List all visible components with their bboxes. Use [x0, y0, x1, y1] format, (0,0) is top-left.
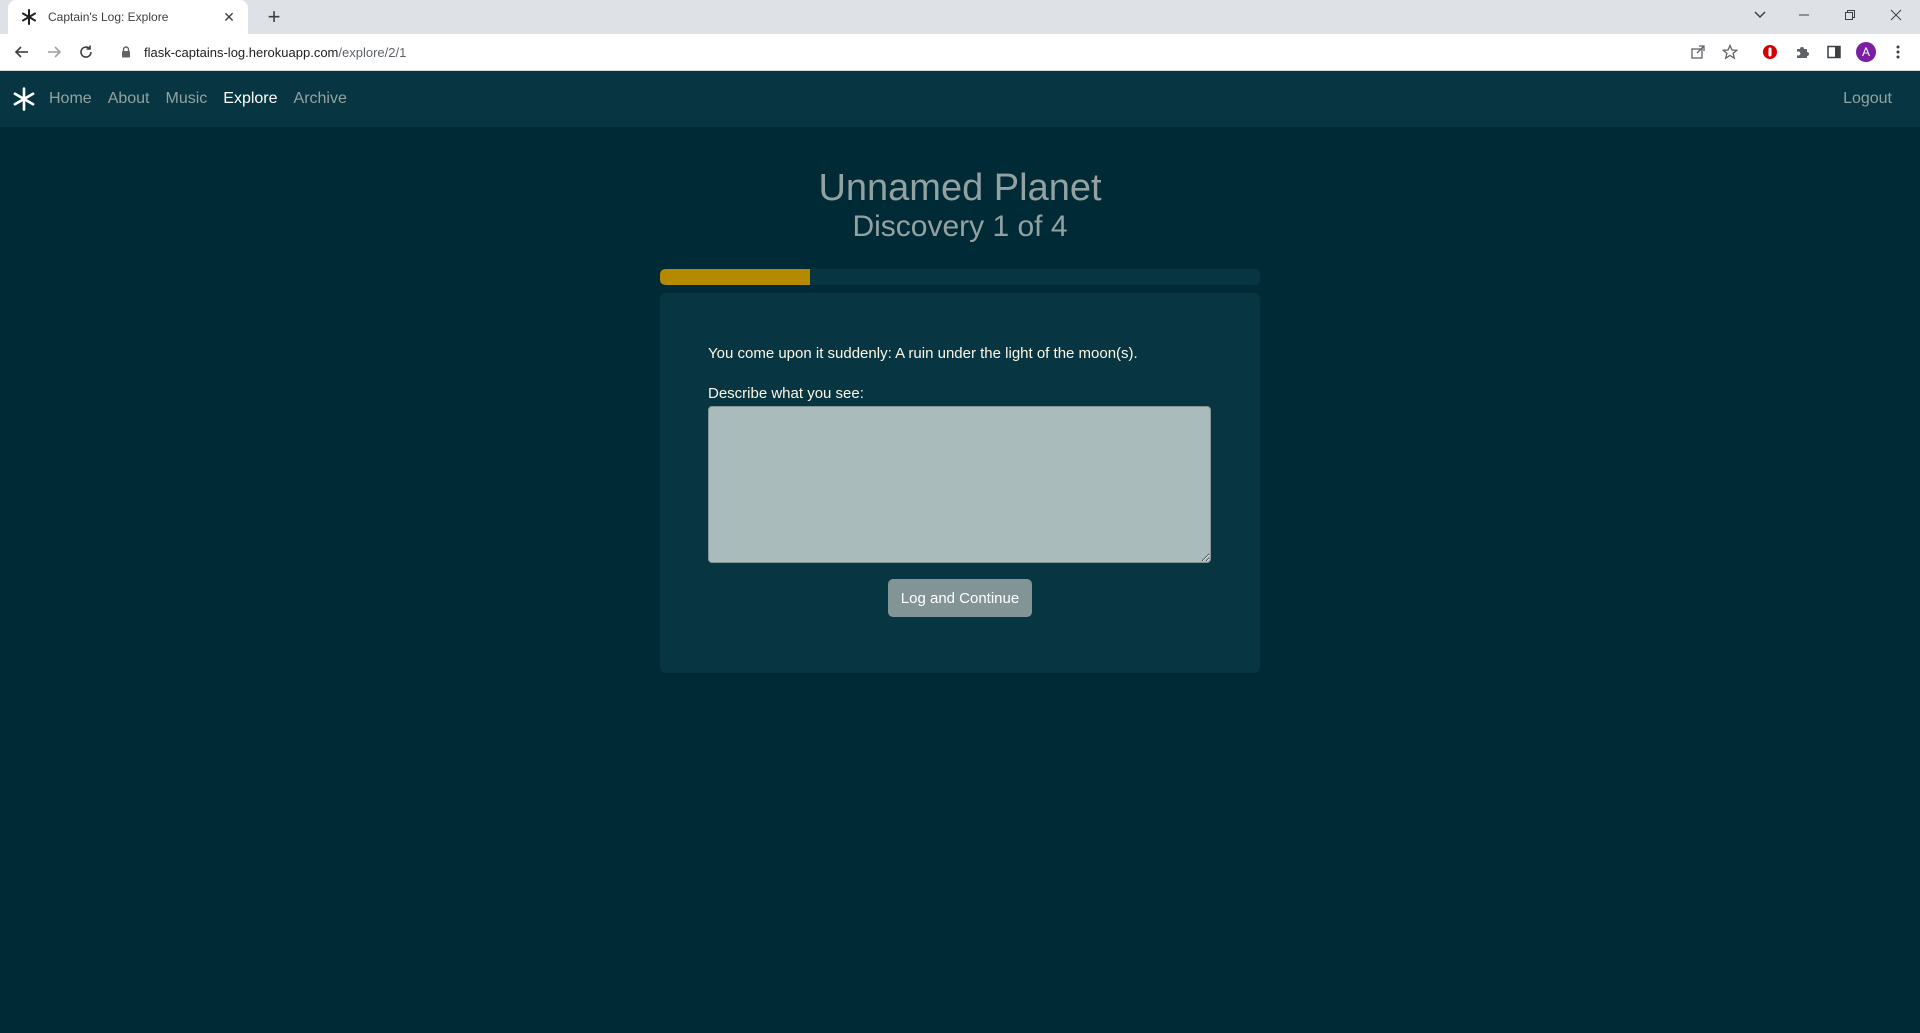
lock-icon[interactable] [118, 44, 134, 60]
describe-label: Describe what you see: [708, 385, 864, 402]
new-tab-icon[interactable]: + [260, 5, 288, 29]
nav-link-explore[interactable]: Explore [223, 90, 277, 108]
log-and-continue-button[interactable]: Log and Continue [888, 579, 1032, 617]
discovery-prompt: You come upon it suddenly: A ruin under … [708, 345, 1138, 362]
url-text: flask-captains-log.herokuapp.com/explore… [144, 45, 406, 60]
page-heading: Unnamed Planet Discovery 1 of 4 [660, 165, 1260, 245]
nav-link-music[interactable]: Music [166, 90, 208, 108]
nav-links: Home About Music Explore Archive [49, 71, 363, 127]
restore-icon[interactable] [1828, 0, 1872, 30]
extensions-puzzle-icon[interactable] [1789, 39, 1815, 65]
url-path: /explore/2/1 [338, 44, 407, 60]
planet-name: Unnamed Planet [818, 167, 1102, 209]
back-icon[interactable] [8, 38, 36, 66]
url-host: flask-captains-log.herokuapp.com [144, 44, 339, 60]
close-window-icon[interactable] [1874, 0, 1918, 30]
discovery-card: You come upon it suddenly: A ruin under … [660, 293, 1260, 673]
nav-link-about[interactable]: About [108, 90, 150, 108]
address-bar[interactable]: flask-captains-log.herokuapp.com/explore… [108, 38, 1728, 66]
asterisk-favicon-icon [20, 8, 38, 26]
side-panel-icon[interactable] [1821, 39, 1847, 65]
description-textarea[interactable] [708, 406, 1211, 563]
profile-initial: A [1856, 42, 1876, 62]
nav-link-archive[interactable]: Archive [294, 90, 347, 108]
nav-link-home[interactable]: Home [49, 90, 92, 108]
minimize-icon[interactable] [1782, 0, 1826, 30]
site-navbar: Home About Music Explore Archive Logout [0, 71, 1920, 127]
tab-search-icon[interactable] [1748, 2, 1772, 28]
logout-link[interactable]: Logout [1843, 71, 1892, 127]
forward-icon[interactable] [40, 38, 68, 66]
discovery-progress-bar [660, 269, 1260, 285]
extension-shield-icon[interactable] [1757, 39, 1783, 65]
share-icon[interactable] [1685, 39, 1711, 65]
tab-title: Captain's Log: Explore [48, 10, 169, 24]
reload-icon[interactable] [72, 38, 100, 66]
browser-menu-icon[interactable] [1885, 39, 1911, 65]
browser-tab-strip: Captain's Log: Explore ✕ + [0, 0, 1920, 34]
bookmark-star-icon[interactable] [1717, 39, 1743, 65]
discovery-counter: Discovery 1 of 4 [852, 210, 1068, 243]
profile-avatar[interactable]: A [1853, 39, 1879, 65]
asterisk-logo-icon[interactable] [12, 87, 36, 111]
progress-fill [660, 269, 810, 285]
browser-tab[interactable]: Captain's Log: Explore ✕ [8, 0, 248, 34]
browser-toolbar: flask-captains-log.herokuapp.com/explore… [0, 34, 1920, 71]
tab-close-icon[interactable]: ✕ [220, 8, 238, 26]
